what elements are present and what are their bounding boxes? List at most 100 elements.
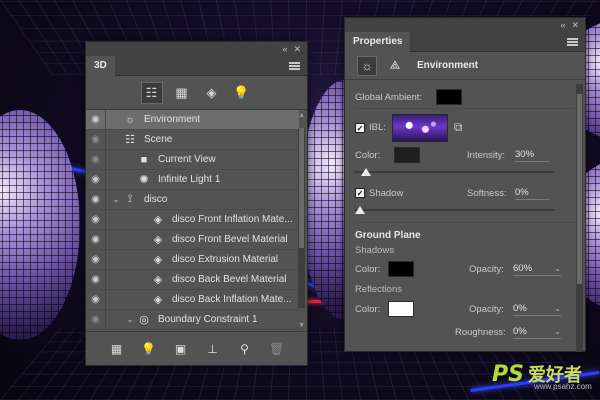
visibility-eye-icon[interactable]: ◉ (86, 109, 106, 130)
softness-label: Softness: (467, 187, 507, 199)
layer-type-icon: ◎ (139, 314, 149, 326)
collapse-icon[interactable]: « (560, 20, 565, 30)
reflections-opacity-field[interactable]: 0% ⌄ (513, 302, 561, 316)
new-mesh-icon[interactable]: ▦ (109, 342, 125, 356)
slider-knob[interactable] (355, 206, 365, 214)
scroll-up-icon[interactable]: ▲ (298, 112, 305, 119)
panel-menu-icon[interactable] (289, 61, 300, 70)
layer-row[interactable]: ◉ ◈ disco Front Inflation Mate... (86, 209, 299, 230)
visibility-eye-icon[interactable]: ◉ (86, 129, 106, 150)
close-icon[interactable]: ✕ (293, 44, 301, 55)
watermark: PS 爱好者 www.psahz.com (492, 356, 596, 392)
layer-row[interactable]: ◉ ✺ Infinite Light 1 (86, 169, 299, 190)
layer-type-icon: ◈ (153, 294, 163, 306)
edit-texture-icon[interactable]: ⧉ (454, 120, 463, 135)
layer-row[interactable]: ◉ ◈ disco Front Bevel Material (86, 229, 299, 250)
chevron-down-icon[interactable]: ⌄ (554, 264, 561, 273)
render-icon[interactable]: ▣ (173, 342, 189, 356)
lights-filter-icon[interactable]: 💡 (231, 82, 253, 104)
visibility-eye-icon[interactable]: ◉ (86, 149, 106, 170)
layer-type-icon: ☷ (125, 134, 135, 146)
filter-toolbar: ☷ ▦ ◈ 💡 (86, 76, 307, 109)
properties-scrollbar[interactable] (576, 84, 583, 352)
layer-row[interactable]: ◉ ◈ disco Extrusion Material (86, 249, 299, 270)
tab-properties[interactable]: Properties (345, 31, 411, 52)
materials-filter-icon[interactable]: ◈ (201, 82, 223, 104)
visibility-eye-icon[interactable]: ◉ (86, 229, 106, 250)
layer-label: Scene (144, 134, 173, 145)
properties-panel: « ✕ Properties ☼ ⟁ Environment Global Am… (344, 17, 586, 352)
visibility-eye-icon[interactable]: ◉ (86, 189, 106, 210)
scene-icon[interactable]: ⟁ (385, 56, 405, 76)
ibl-image-thumbnail[interactable] (391, 113, 448, 142)
chevron-down-icon[interactable]: ⌄ (554, 304, 561, 313)
tab-3d[interactable]: 3D (86, 55, 115, 76)
slider-track (355, 209, 555, 211)
global-ambient-label: Global Ambient: (355, 91, 423, 103)
shadows-opacity-label: Opacity: (469, 263, 504, 275)
ibl-color-swatch[interactable] (394, 147, 421, 163)
panel-menu-icon[interactable] (567, 37, 578, 46)
global-ambient-swatch[interactable] (436, 89, 463, 105)
reflections-color-label: Color: (355, 303, 381, 315)
watermark-url: www.psahz.com (534, 382, 592, 391)
ibl-label: IBL: (369, 122, 386, 133)
layer-row[interactable]: ◉ ☷ Scene (86, 129, 299, 150)
expand-chevron-icon[interactable]: ⌄ (124, 314, 136, 325)
collapse-icon[interactable]: « (282, 44, 287, 54)
layer-row[interactable]: ◉ ☼ Environment (86, 109, 299, 130)
layer-label: disco Extrusion Material (172, 254, 279, 265)
visibility-eye-icon[interactable]: ◉ (86, 209, 106, 230)
layer-row[interactable]: ◉ ◈ disco Back Bevel Material (86, 269, 299, 290)
chevron-down-icon[interactable]: ⌄ (554, 327, 561, 336)
properties-body: Global Ambient: ✓ IBL: ⧉ Color: Intensit… (345, 80, 585, 380)
watermark-logo: PS (492, 361, 524, 387)
visibility-eye-icon[interactable]: ◉ (86, 169, 106, 190)
visibility-eye-icon[interactable]: ◉ (86, 249, 106, 270)
expand-chevron-icon[interactable]: ⌄ (110, 194, 122, 205)
layer-row[interactable]: ◉ ■ Current View (86, 149, 299, 170)
layer-type-icon: ◈ (153, 214, 163, 226)
new-light-icon[interactable]: 💡 (141, 342, 157, 356)
scroll-down-icon[interactable]: ▼ (298, 322, 305, 329)
reflections-color-swatch[interactable] (388, 301, 415, 317)
roughness-value: 0% (513, 326, 527, 337)
layer-list-scrollbar[interactable] (298, 128, 305, 308)
intensity-slider[interactable] (355, 166, 555, 178)
ibl-color-label: Color: (355, 149, 381, 161)
layer-label: disco (144, 194, 168, 205)
shadows-color-swatch[interactable] (388, 261, 415, 277)
ibl-checkbox[interactable]: ✓ (355, 122, 365, 133)
layer-label: Infinite Light 1 (158, 174, 221, 185)
layer-type-icon: ◈ (153, 274, 163, 286)
close-icon[interactable]: ✕ (571, 20, 579, 31)
scrollbar-thumb[interactable] (577, 94, 582, 284)
visibility-eye-icon[interactable]: ◉ (86, 289, 106, 310)
softness-field[interactable]: 0% (515, 186, 549, 200)
roughness-field[interactable]: 0% ⌄ (513, 325, 561, 339)
add-constraint-icon[interactable]: ⚲ (237, 342, 253, 356)
meshes-filter-icon[interactable]: ▦ (171, 82, 193, 104)
shadows-opacity-field[interactable]: 60% ⌄ (513, 262, 561, 276)
slider-knob[interactable] (361, 168, 371, 176)
scrollbar-thumb[interactable] (299, 128, 304, 248)
visibility-eye-icon[interactable]: ◉ (86, 269, 106, 290)
shadows-heading: Shadows (355, 244, 395, 256)
properties-type-header: ☼ ⟁ Environment (345, 52, 585, 80)
shadow-checkbox[interactable]: ✓ (355, 188, 365, 198)
intensity-field[interactable]: 30% (515, 148, 549, 162)
layer-row[interactable]: ◉ ⌄ ⟟ disco (86, 189, 299, 210)
visibility-eye-icon[interactable]: ◉ (86, 309, 106, 330)
delete-icon[interactable]: 🗑 (269, 342, 285, 356)
layer-row[interactable]: ◉ ◈ disco Back Inflation Mate... (86, 289, 299, 310)
environment-icon[interactable]: ☼ (357, 55, 377, 76)
layer-type-icon: ◈ (153, 234, 163, 246)
intensity-value: 30% (515, 149, 535, 160)
shadow-label: Shadow (369, 187, 404, 199)
softness-slider[interactable] (355, 204, 555, 216)
whole-scene-filter-icon[interactable]: ☷ (140, 81, 163, 104)
shadows-color-label: Color: (355, 263, 381, 275)
layer-row[interactable]: ◉ ⌄ ◎ Boundary Constraint 1 (86, 309, 299, 330)
drop-to-ground-icon[interactable]: ⊥ (205, 342, 221, 356)
reflections-opacity-label: Opacity: (469, 303, 504, 315)
